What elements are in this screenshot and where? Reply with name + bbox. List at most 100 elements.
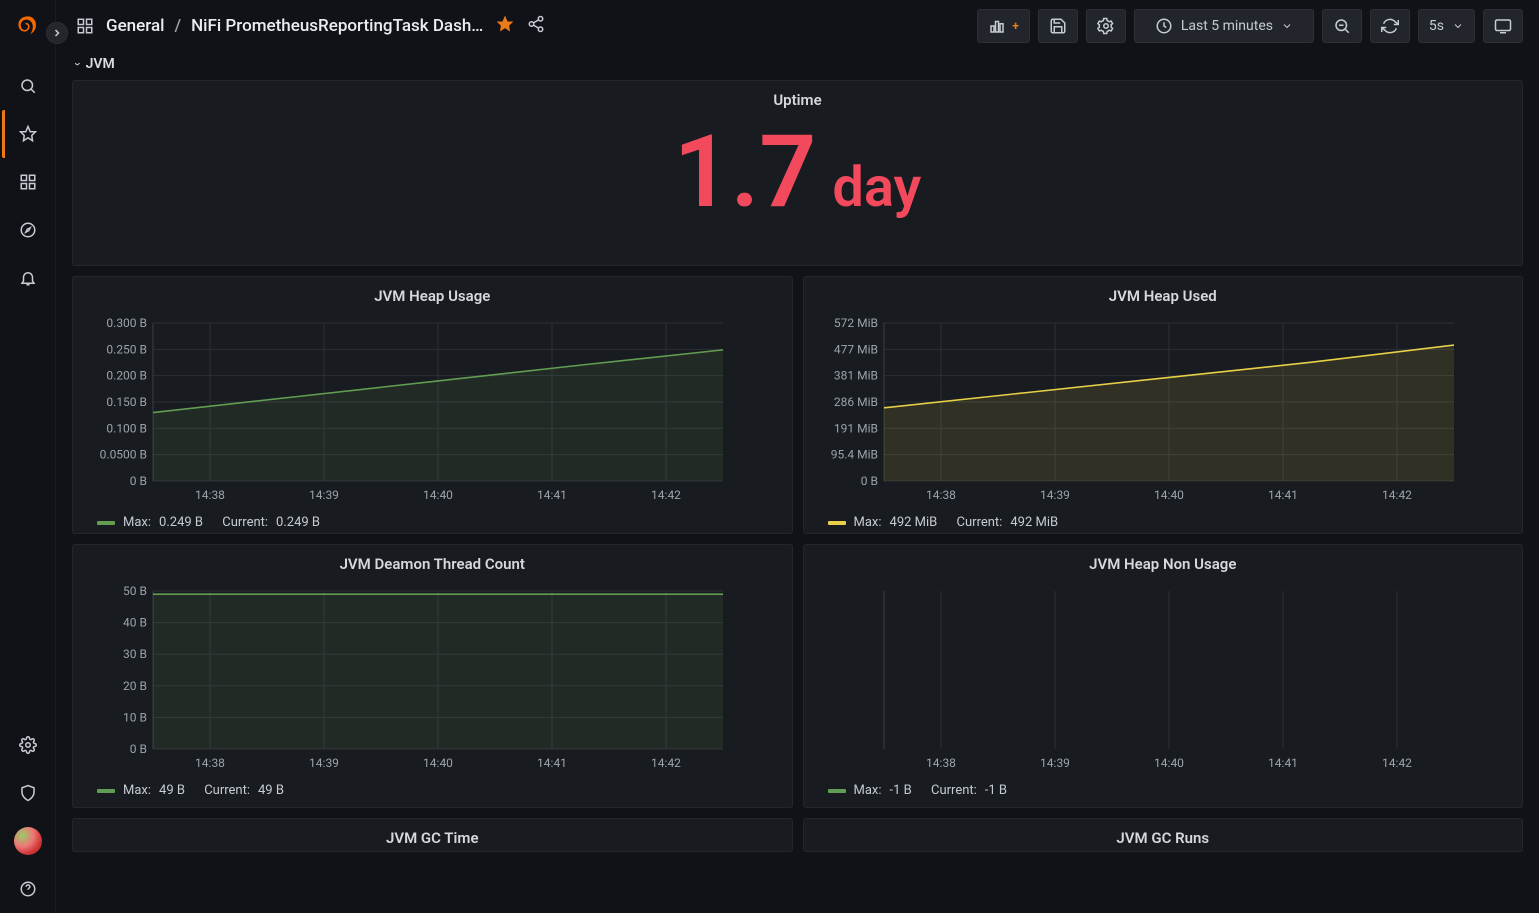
row-jvm-label: JVM [86, 56, 115, 72]
search-icon[interactable] [4, 62, 52, 110]
legend-swatch [97, 521, 115, 525]
svg-text:14:38: 14:38 [926, 488, 956, 502]
svg-text:14:39: 14:39 [1040, 756, 1070, 770]
svg-text:14:42: 14:42 [1382, 756, 1412, 770]
chart-heap-used: 0 B 95.4 MiB 191 MiB 286 MiB 381 MiB 477 MiB 5… [820, 317, 1460, 503]
dashboard-settings-button[interactable] [1086, 9, 1126, 43]
panel-title: JVM Deamon Thread Count [73, 545, 792, 579]
legend-swatch [828, 521, 846, 525]
svg-text:381 MiB: 381 MiB [833, 369, 877, 383]
svg-text:14:41: 14:41 [1268, 756, 1298, 770]
panel-heap-non-usage[interactable]: JVM Heap Non Usage 14:3814:3914:4014:411… [803, 544, 1524, 808]
panel-heap-usage[interactable]: JVM Heap Usage 0 B 0.0500 B 0.100 B 0.150 B… [72, 276, 793, 534]
svg-text:14:40: 14:40 [1154, 488, 1184, 502]
nav-sidebar [0, 0, 56, 913]
legend-heap-non-usage[interactable]: Max: -1 B Current: -1 B [828, 783, 1523, 798]
dashboard-title[interactable]: NiFi PrometheusReportingTask Dash… [191, 16, 483, 36]
panel-title: JVM Heap Non Usage [804, 545, 1523, 579]
breadcrumb-root[interactable]: General [106, 16, 164, 36]
svg-text:14:42: 14:42 [1382, 488, 1412, 502]
row-jvm-toggle[interactable]: › JVM [76, 56, 1523, 72]
share-icon[interactable] [527, 15, 545, 37]
svg-text:14:42: 14:42 [651, 756, 681, 770]
panel-heap-used[interactable]: JVM Heap Used 0 B 95.4 MiB 191 MiB 286 MiB 3… [803, 276, 1524, 534]
breadcrumb-separator: / [174, 16, 181, 36]
svg-text:14:38: 14:38 [926, 756, 956, 770]
sidebar-expand-button[interactable] [46, 22, 68, 44]
panel-title: JVM GC Runs [804, 819, 1523, 853]
zoom-out-button[interactable] [1322, 9, 1362, 43]
legend-heap-usage[interactable]: Max: 0.249 B Current: 0.249 B [97, 515, 792, 530]
panel-title: JVM Heap Usage [73, 277, 792, 311]
svg-text:0.100 B: 0.100 B [106, 421, 147, 435]
time-range-picker[interactable]: Last 5 minutes [1134, 9, 1314, 43]
grafana-logo[interactable] [12, 14, 44, 46]
breadcrumb[interactable]: General / NiFi PrometheusReportingTask D… [106, 16, 483, 36]
svg-text:0 B: 0 B [130, 742, 147, 756]
chart-heap-non-usage: 14:38 14:39 14:40 14:41 14:42 [820, 585, 1460, 771]
svg-text:14:41: 14:41 [537, 488, 567, 502]
svg-text:0 B: 0 B [860, 474, 877, 488]
svg-text:14:40: 14:40 [423, 756, 453, 770]
topbar: General / NiFi PrometheusReportingTask D… [56, 0, 1539, 52]
svg-text:10 B: 10 B [123, 710, 147, 724]
svg-text:14:39: 14:39 [309, 756, 339, 770]
svg-text:572 MiB: 572 MiB [833, 317, 877, 330]
legend-daemon-threads[interactable]: Max: 49 B Current: 49 B [97, 783, 792, 798]
panel-title: Uptime [73, 81, 1522, 115]
svg-text:14:40: 14:40 [1154, 756, 1184, 770]
dashboard-body: › JVM Uptime 1.7 day JVM Heap Usage 0 B0… [56, 52, 1539, 913]
chart-daemon-threads: 0 B 10 B 20 B 30 B 40 B 50 B 14:38 14:39 14:40 14… [89, 585, 729, 771]
svg-text:0.250 B: 0.250 B [106, 342, 147, 356]
svg-text:191 MiB: 191 MiB [833, 421, 877, 435]
legend-swatch [828, 789, 846, 793]
save-button[interactable] [1038, 9, 1078, 43]
user-avatar[interactable] [4, 817, 52, 865]
uptime-value: 1.7 day [674, 123, 922, 223]
refresh-interval-picker[interactable]: 5s [1418, 9, 1475, 43]
alerts-icon[interactable] [4, 254, 52, 302]
legend-swatch [97, 789, 115, 793]
star-icon[interactable] [495, 14, 515, 38]
starred-icon[interactable] [2, 110, 50, 158]
dashboards-icon[interactable] [4, 158, 52, 206]
chart-heap-usage: 0 B 0.0500 B 0.100 B 0.150 B 0.200 B 0.250 B 0… [89, 317, 729, 503]
refresh-interval-label: 5s [1429, 18, 1444, 34]
panel-uptime[interactable]: Uptime 1.7 day [72, 80, 1523, 266]
panel-grid-icon[interactable] [76, 17, 94, 35]
svg-text:0.200 B: 0.200 B [106, 369, 147, 383]
tv-mode-button[interactable] [1483, 9, 1523, 43]
svg-text:14:38: 14:38 [195, 488, 225, 502]
panel-gc-runs[interactable]: JVM GC Runs [803, 818, 1524, 852]
svg-text:50 B: 50 B [123, 585, 147, 598]
svg-text:14:41: 14:41 [537, 756, 567, 770]
svg-text:0.0500 B: 0.0500 B [100, 448, 147, 462]
explore-icon[interactable] [4, 206, 52, 254]
legend-heap-used[interactable]: Max: 492 MiB Current: 492 MiB [828, 515, 1523, 530]
svg-text:14:38: 14:38 [195, 756, 225, 770]
svg-text:20 B: 20 B [123, 679, 147, 693]
add-panel-button[interactable]: + [977, 9, 1030, 43]
refresh-button[interactable] [1370, 9, 1410, 43]
svg-text:30 B: 30 B [123, 647, 147, 661]
svg-text:14:39: 14:39 [1040, 488, 1070, 502]
help-icon[interactable] [4, 865, 52, 913]
time-range-label: Last 5 minutes [1181, 18, 1273, 34]
panel-gc-time[interactable]: JVM GC Time [72, 818, 793, 852]
shield-icon[interactable] [4, 769, 52, 817]
svg-text:14:41: 14:41 [1268, 488, 1298, 502]
chevron-down-icon: › [71, 62, 85, 66]
svg-text:14:40: 14:40 [423, 488, 453, 502]
svg-text:14:42: 14:42 [651, 488, 681, 502]
svg-text:40 B: 40 B [123, 616, 147, 630]
panel-title: JVM Heap Used [804, 277, 1523, 311]
panel-title: JVM GC Time [73, 819, 792, 853]
svg-text:0 B: 0 B [130, 474, 147, 488]
svg-text:477 MiB: 477 MiB [833, 342, 877, 356]
svg-text:0.300 B: 0.300 B [106, 317, 147, 330]
settings-icon[interactable] [4, 721, 52, 769]
svg-text:0.150 B: 0.150 B [106, 395, 147, 409]
svg-text:95.4 MiB: 95.4 MiB [830, 448, 877, 462]
panel-daemon-threads[interactable]: JVM Deamon Thread Count 0 B 10 B 20 B 30 B 4… [72, 544, 793, 808]
svg-text:286 MiB: 286 MiB [833, 395, 877, 409]
